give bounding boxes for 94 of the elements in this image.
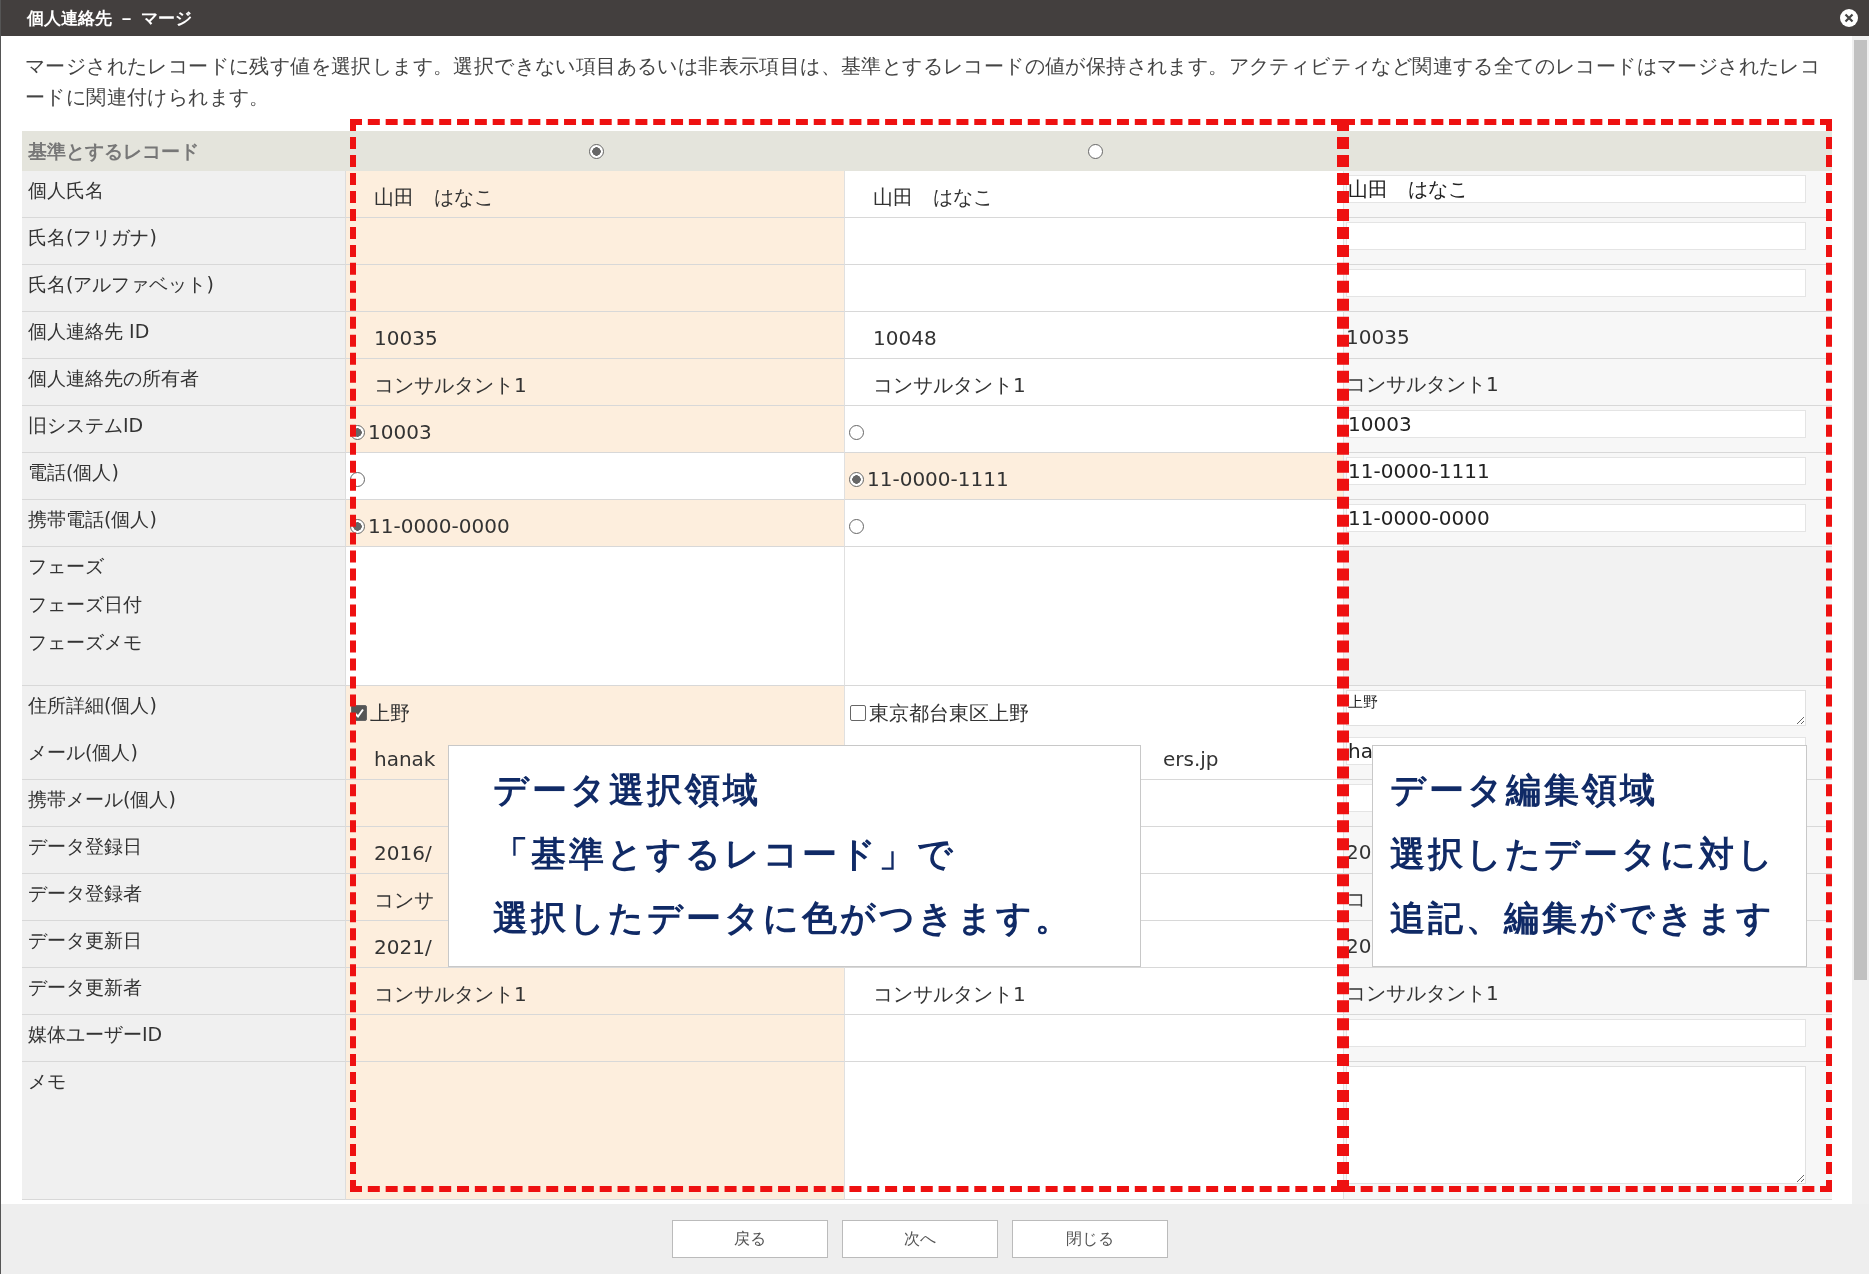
field-value: 20 bbox=[1346, 934, 1372, 958]
cell-value: 山田 はなこ bbox=[374, 183, 494, 211]
cell-value: コンサルタント1 bbox=[374, 980, 527, 1008]
value-cell[interactable]: 10035 bbox=[346, 312, 845, 359]
footer-button[interactable]: 閉じる bbox=[1012, 1220, 1168, 1258]
field-label: フェーズ bbox=[28, 554, 104, 579]
field-label: メモ bbox=[28, 1069, 66, 1094]
close-icon[interactable] bbox=[1839, 8, 1859, 28]
value-cell[interactable]: 11-0000-1111 bbox=[845, 453, 1344, 500]
scrollbar[interactable] bbox=[1852, 36, 1869, 1204]
field-value: コ bbox=[1346, 885, 1366, 913]
value-cell[interactable] bbox=[845, 406, 1344, 453]
footer-button[interactable]: 戻る bbox=[672, 1220, 828, 1258]
cell-value: 東京都台東区上野 bbox=[869, 699, 1029, 727]
cell-value: 2016/ bbox=[374, 841, 432, 865]
field-value: 10035 bbox=[1346, 325, 1410, 349]
radio-button[interactable] bbox=[849, 518, 864, 534]
field-label: データ更新日 bbox=[28, 928, 142, 953]
value-cell[interactable]: 山田 はなこ bbox=[346, 171, 845, 218]
value-cell[interactable]: 10048 bbox=[845, 312, 1344, 359]
cell-value: コンサルタント1 bbox=[873, 980, 1026, 1008]
cell-value: コンサ bbox=[374, 886, 434, 914]
value-cell[interactable] bbox=[845, 1015, 1344, 1062]
field-label: データ登録日 bbox=[28, 834, 142, 859]
value-cell[interactable] bbox=[346, 218, 845, 265]
field-label: 電話(個人) bbox=[28, 460, 119, 485]
cell-value: コンサルタント1 bbox=[374, 371, 527, 399]
value-cell[interactable] bbox=[346, 1062, 845, 1200]
field-label: データ登録者 bbox=[28, 881, 142, 906]
field-value: 20 bbox=[1346, 840, 1372, 864]
value-cell[interactable] bbox=[845, 218, 1344, 265]
field-value: コンサルタント1 bbox=[1346, 370, 1499, 398]
field-label: 携帯電話(個人) bbox=[28, 507, 157, 532]
field-label: 旧システムID bbox=[28, 413, 144, 438]
field-label: フェーズ日付 bbox=[28, 592, 142, 617]
value-cell[interactable] bbox=[346, 547, 845, 686]
field-label: 携帯メール(個人) bbox=[28, 787, 176, 812]
input-field[interactable] bbox=[1346, 269, 1806, 297]
field-label: 氏名(アルファベット) bbox=[28, 272, 214, 297]
cell-value: 10035 bbox=[374, 326, 438, 350]
field-label: 個人連絡先の所有者 bbox=[28, 366, 199, 391]
field-label: 氏名(フリガナ) bbox=[28, 225, 157, 250]
value-cell[interactable]: 上野 bbox=[346, 686, 845, 735]
callout-text: データ選択領域 bbox=[493, 769, 761, 812]
value-cell[interactable] bbox=[346, 265, 845, 312]
cell-value: 11-0000-0000 bbox=[368, 514, 510, 538]
radio-button[interactable] bbox=[849, 424, 864, 440]
field-value: コンサルタント1 bbox=[1346, 979, 1499, 1007]
value-cell[interactable] bbox=[346, 1015, 845, 1062]
cell-value: 2021/ bbox=[374, 935, 432, 959]
value-cell[interactable]: 11-0000-0000 bbox=[346, 500, 845, 547]
cell-value: ers.jp bbox=[1163, 747, 1219, 771]
cell-value: 上野 bbox=[370, 699, 410, 727]
cell-value: 11-0000-1111 bbox=[867, 467, 1009, 491]
field-label: 個人連絡先 ID bbox=[28, 319, 150, 344]
callout-text: 選択したデータに対し bbox=[1390, 833, 1776, 876]
callout-text: 選択したデータに色がつきます。 bbox=[493, 897, 1073, 940]
cell-value: hanak bbox=[374, 747, 436, 771]
input-field[interactable]: 11-0000-0000 bbox=[1346, 504, 1806, 532]
cell-value: 10048 bbox=[873, 326, 937, 350]
value-cell[interactable]: 10003 bbox=[346, 406, 845, 453]
text-area[interactable]: 上野 bbox=[1346, 690, 1806, 726]
field-label: 媒体ユーザーID bbox=[28, 1022, 163, 1047]
window-title: 個人連絡先 － マージ bbox=[27, 6, 192, 30]
input-field[interactable] bbox=[1346, 1019, 1806, 1047]
field-label: フェーズメモ bbox=[28, 630, 142, 655]
description-text: マージされたレコードに残す値を選択します。選択できない項目あるいは非表示項目は、基準とするレコードの値が保持されます。アクティビティなど関連する全てのレコードはマージされたレコードに関連付けられます。 bbox=[25, 53, 1822, 111]
cell-value: コンサルタント1 bbox=[873, 371, 1026, 399]
footer-button[interactable]: 次へ bbox=[842, 1220, 998, 1258]
value-cell[interactable]: 山田 はなこ bbox=[845, 171, 1344, 218]
header-label: 基準とするレコード bbox=[22, 131, 346, 171]
field-label: メール(個人) bbox=[28, 740, 138, 765]
input-field[interactable] bbox=[1346, 222, 1806, 250]
value-cell[interactable] bbox=[346, 453, 845, 500]
value-cell[interactable]: コンサルタント1 bbox=[346, 359, 845, 406]
input-field[interactable]: 11-0000-1111 bbox=[1346, 457, 1806, 485]
input-field[interactable]: 山田 はなこ bbox=[1346, 175, 1806, 203]
field-label: データ更新者 bbox=[28, 975, 142, 1000]
checkbox[interactable] bbox=[850, 705, 866, 721]
radio-button[interactable] bbox=[1087, 143, 1103, 159]
field-label: 個人氏名 bbox=[28, 178, 104, 203]
cell-value: 山田 はなこ bbox=[873, 183, 993, 211]
callout-text: データ編集領域 bbox=[1390, 769, 1658, 812]
radio-button[interactable] bbox=[849, 471, 864, 487]
callout-text: 追記、編集ができます bbox=[1390, 897, 1775, 940]
radio-button[interactable] bbox=[588, 143, 604, 159]
input-field[interactable]: 10003 bbox=[1346, 410, 1806, 438]
callout-text: 「基準とするレコード」で bbox=[493, 833, 956, 876]
value-cell[interactable]: コンサルタント1 bbox=[346, 968, 845, 1015]
value-cell[interactable] bbox=[845, 547, 1344, 686]
cell-value: 10003 bbox=[368, 420, 432, 444]
scrollbar-thumb[interactable] bbox=[1854, 40, 1867, 980]
checkmark-icon bbox=[353, 707, 365, 719]
field-label: 住所詳細(個人) bbox=[28, 693, 157, 718]
